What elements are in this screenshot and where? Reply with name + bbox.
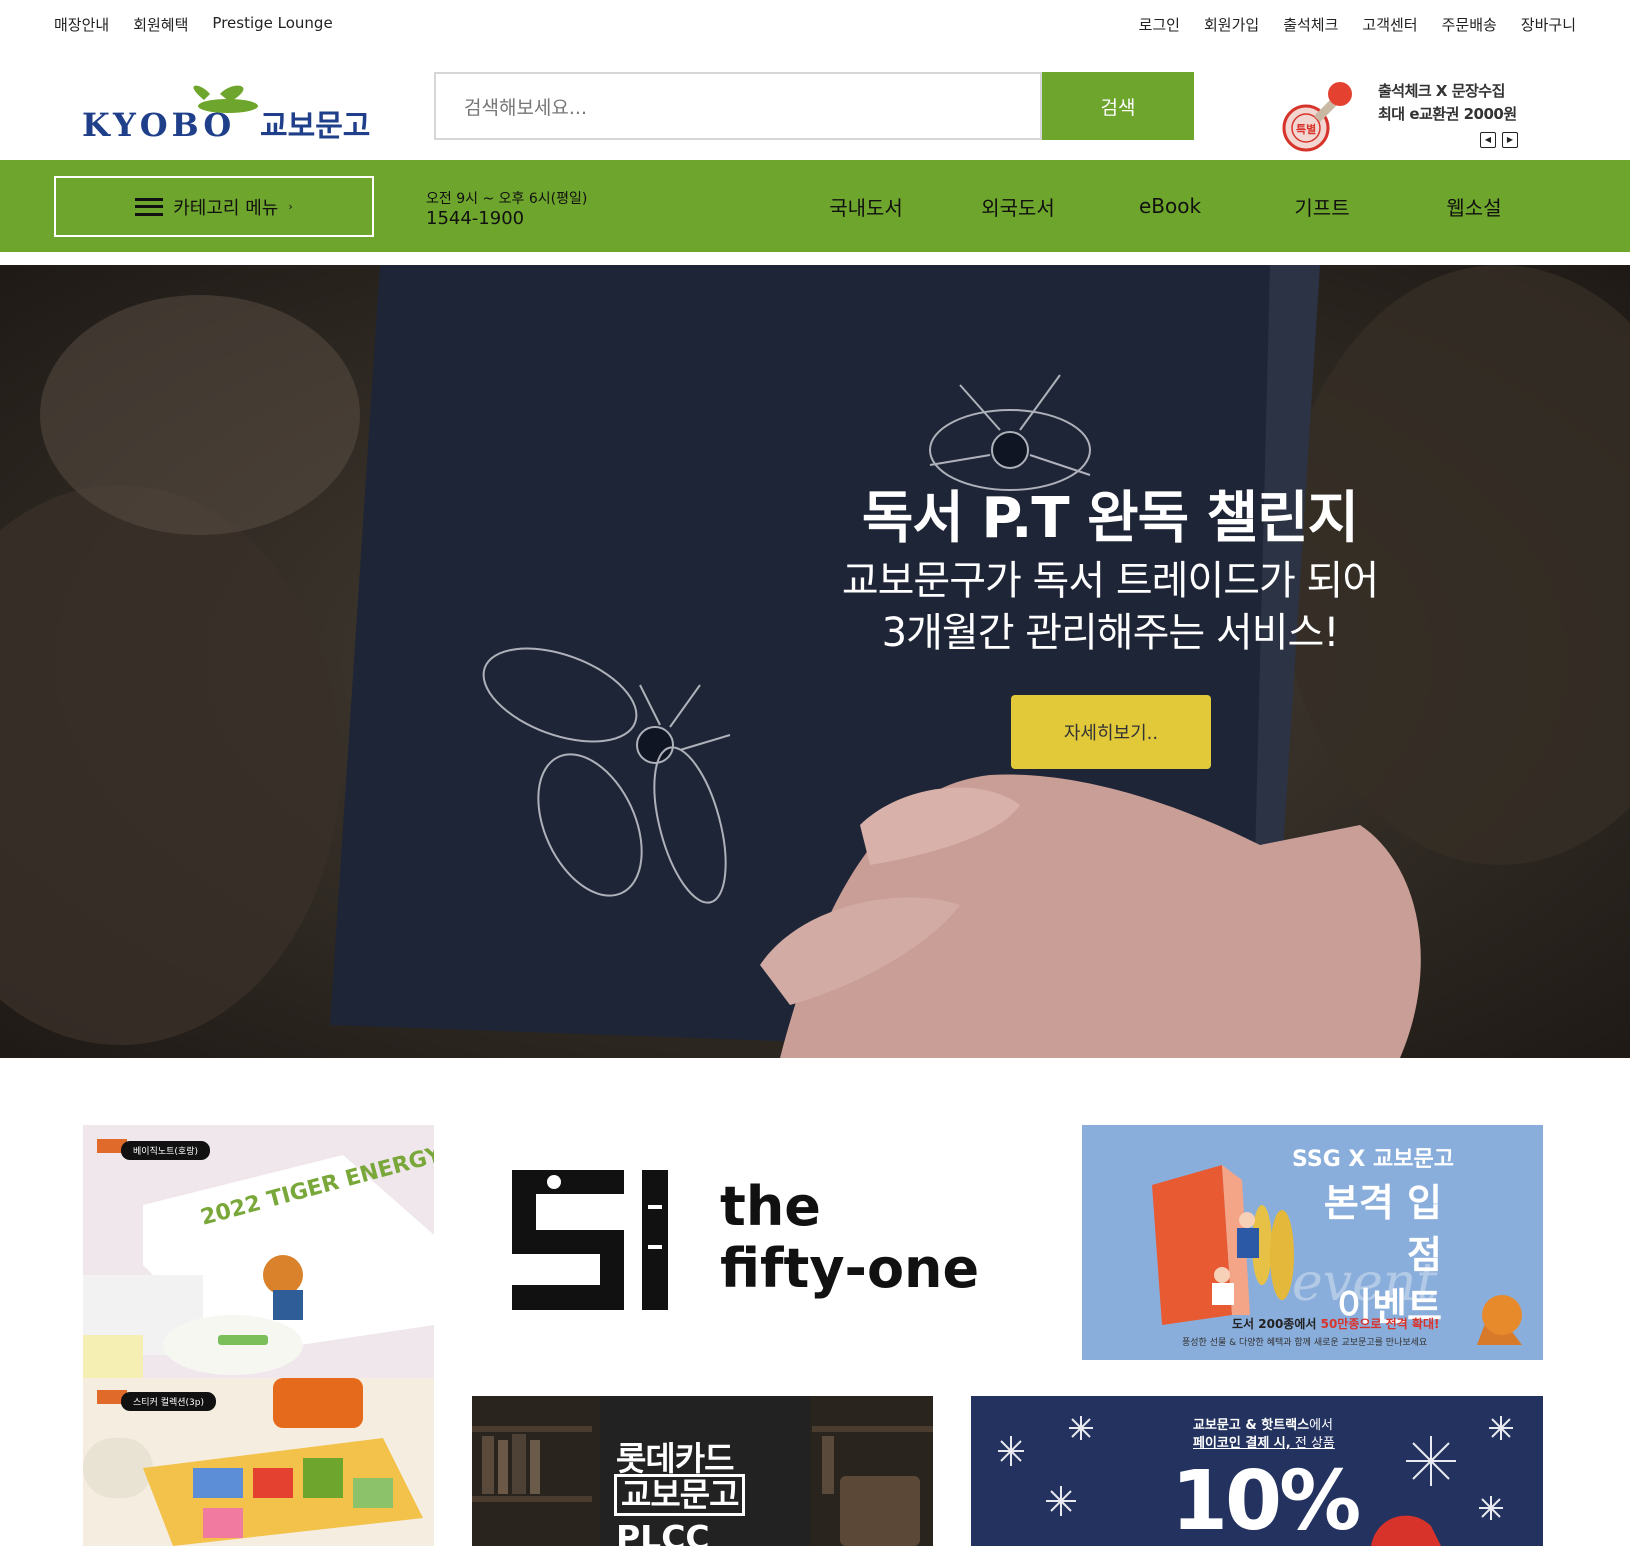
signup-link[interactable]: 회원가입 — [1204, 14, 1259, 35]
phone-number: 1544-1900 — [426, 208, 525, 229]
stamp-icon: 특별 — [1282, 82, 1352, 152]
lotte-card-text: 롯데카드 — [616, 1439, 734, 1478]
sticker-tag: 스티커 컬렉션(3p) — [121, 1392, 217, 1411]
nav-item-foreign-books[interactable]: 외국도서 — [942, 160, 1094, 252]
logo-graphic: KYOBO 교보문고 — [82, 85, 370, 144]
customer-hours: 오전 9시 ~ 오후 6시(평일) 1544-1900 — [426, 189, 587, 229]
ssg-expansion-text: 도서 200종에서 50만종으로 전격 확대! — [1232, 1317, 1440, 1331]
hero-subtitle-line-1: 교보문구가 독서 트레이드가 되어 — [841, 558, 1379, 604]
ssg-description: 풍성한 선물 & 다양한 혜택과 함께 새로운 교보문고를 만나보세요 — [1182, 1338, 1428, 1348]
paycoin-banner[interactable]: 교보문고 & 핫트랙스에서 페이코인 결제 시, 전 상품 10% — [971, 1396, 1543, 1546]
ssg-event-banner[interactable]: event SSG X 교보문고 본격 입점 이벤트 도서 200종에서 50만… — [1082, 1125, 1543, 1360]
nav-item-ebook[interactable]: eBook — [1094, 160, 1246, 252]
lotte-card-banner[interactable]: 롯데카드 교보문고 PLCC — [472, 1396, 933, 1546]
hours-text: 오전 9시 ~ 오후 6시(평일) — [426, 191, 588, 207]
logo-korean: 교보문고 — [260, 109, 370, 140]
lotte-kyobo-text: 교보문고 — [614, 1474, 746, 1516]
logo-latin: KYOBO — [82, 106, 235, 140]
paycoin-discount: 10% — [1171, 1454, 1361, 1546]
notebook-banner[interactable]: 2022 TIGER ENERGY 베이직노트(호랑) — [83, 1125, 434, 1378]
nav-item-domestic-books[interactable]: 국내도서 — [790, 160, 942, 252]
login-link[interactable]: 로그인 — [1139, 14, 1180, 35]
search-bar: 검색해보세요... 검색 — [434, 72, 1194, 140]
utility-bar: 매장안내 회원혜택 Prestige Lounge 로그인 회원가입 출석체크 … — [0, 0, 1630, 50]
notebook-tag: 베이직노트(호랑) — [121, 1141, 210, 1160]
search-input[interactable]: 검색해보세요... — [434, 72, 1042, 140]
hero-subtitle: 교보문구가 독서 트레이드가 되어 3개월간 관리해주는 서비스! — [770, 555, 1450, 659]
ssg-title: SSG X 교보문고 — [1292, 1147, 1454, 1172]
hero-image — [0, 265, 1630, 1058]
fifty-one-logo: the fifty-one — [512, 1170, 979, 1310]
search-button[interactable]: 검색 — [1042, 72, 1194, 140]
utility-links-left: 매장안내 회원혜택 Prestige Lounge — [54, 14, 333, 35]
fifty-one-line-1: the — [720, 1175, 821, 1238]
ssg-headline: 본격 입점 이벤트 — [1292, 1177, 1442, 1333]
hero-title: 독서 P.T 완독 챌린지 — [861, 486, 1359, 551]
cart-link[interactable]: 장바구니 — [1521, 14, 1576, 35]
promo-prev-icon[interactable]: ◀ — [1480, 132, 1496, 148]
lotte-plcc-text: PLCC — [616, 1518, 710, 1546]
utility-links-right: 로그인 회원가입 출석체크 고객센터 주문배송 장바구니 — [1139, 14, 1576, 35]
promo-line-2: 최대 e교환권 2000원 — [1378, 105, 1517, 123]
svg-text:특별: 특별 — [1296, 123, 1316, 136]
member-benefits-link[interactable]: 회원혜택 — [133, 14, 188, 35]
order-delivery-link[interactable]: 주문배송 — [1442, 14, 1497, 35]
store-info-link[interactable]: 매장안내 — [54, 14, 109, 35]
chevron-right-icon: › — [288, 200, 293, 213]
hero-subtitle-line-2: 3개월간 관리해주는 서비스! — [881, 610, 1340, 656]
hero-banner: 독서 P.T 완독 챌린지 교보문구가 독서 트레이드가 되어 3개월간 관리해… — [0, 265, 1630, 1058]
sticker-banner[interactable]: 스티커 컬렉션(3p) — [83, 1378, 434, 1546]
lotte-card-panel: 롯데카드 교보문고 PLCC — [600, 1396, 810, 1546]
attendance-link[interactable]: 출석체크 — [1283, 14, 1338, 35]
fifty-one-banner[interactable]: the fifty-one — [472, 1125, 1020, 1355]
nav-item-web-novel[interactable]: 웹소설 — [1398, 160, 1550, 252]
hamburger-icon — [135, 197, 164, 216]
attendance-promo[interactable]: 특별 출석체크 X 문장수집 최대 e교환권 2000원 ◀ ▶ — [1280, 70, 1540, 152]
prestige-lounge-link[interactable]: Prestige Lounge — [212, 14, 332, 35]
paycoin-condition-text: 페이코인 결제 시, 전 상품 — [1193, 1436, 1335, 1451]
notebook-image: 2022 TIGER ENERGY — [83, 1125, 434, 1378]
ssg-headline-1: 본격 입점 — [1323, 1181, 1442, 1277]
customer-center-link[interactable]: 고객센터 — [1362, 14, 1417, 35]
hero-detail-button[interactable]: 자세히보기.. — [1011, 695, 1211, 769]
category-menu-label: 카테고리 메뉴 — [173, 197, 279, 219]
promo-pager: ◀ ▶ — [1480, 132, 1518, 148]
main-nav: 카테고리 메뉴 › 오전 9시 ~ 오후 6시(평일) 1544-1900 국내… — [0, 160, 1630, 252]
promo-line-1: 출석체크 X 문장수집 — [1378, 82, 1505, 100]
paycoin-partner-text: 교보문고 & 핫트랙스에서 — [1193, 1418, 1333, 1433]
kyobo-logo[interactable]: KYOBO 교보문고 — [82, 80, 402, 144]
nav-item-gift[interactable]: 기프트 — [1246, 160, 1398, 252]
category-tabs: 국내도서 외국도서 eBook 기프트 웹소설 — [790, 160, 1550, 252]
promo-text: 출석체크 X 문장수집 최대 e교환권 2000원 — [1378, 80, 1517, 126]
promo-next-icon[interactable]: ▶ — [1502, 132, 1518, 148]
category-menu-button[interactable]: 카테고리 메뉴 › — [54, 176, 374, 237]
fifty-one-line-2: fifty-one — [720, 1237, 979, 1300]
